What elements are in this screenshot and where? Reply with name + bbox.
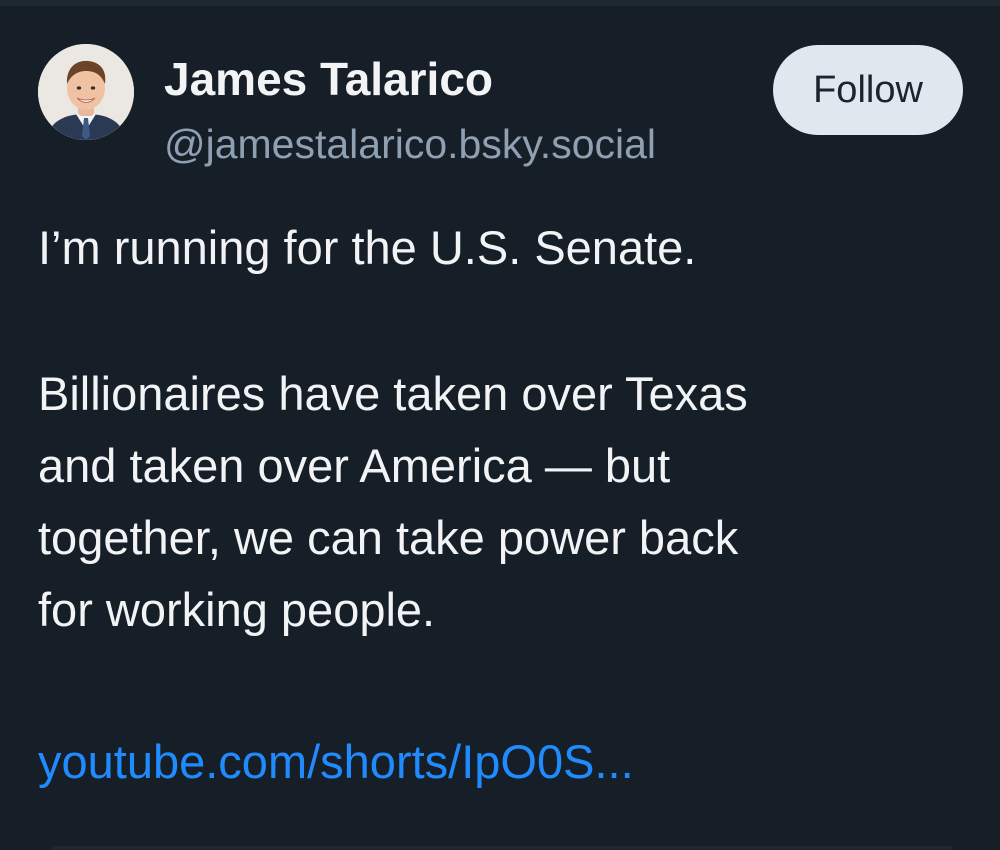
- follow-button[interactable]: Follow: [773, 45, 963, 135]
- author-display-name[interactable]: James Talarico: [164, 52, 493, 106]
- post-link[interactable]: youtube.com/shorts/IpO0S...: [38, 726, 634, 798]
- post-text-line: Billionaires have taken over Texas: [38, 367, 748, 420]
- post-text-line: and taken over America — but: [38, 439, 671, 492]
- post-text-line: for working people.: [38, 583, 436, 636]
- profile-photo-icon: [38, 44, 134, 140]
- author-handle[interactable]: @jamestalarico.bsky.social: [164, 121, 656, 168]
- bottom-divider: [52, 846, 952, 850]
- avatar[interactable]: [38, 44, 134, 140]
- post-text-line: I’m running for the U.S. Senate.: [38, 221, 697, 274]
- post-text-paragraph: Billionaires have taken over Texas and t…: [38, 358, 748, 646]
- post-card: James Talarico @jamestalarico.bsky.socia…: [0, 0, 1000, 850]
- post-text-line: together, we can take power back: [38, 511, 739, 564]
